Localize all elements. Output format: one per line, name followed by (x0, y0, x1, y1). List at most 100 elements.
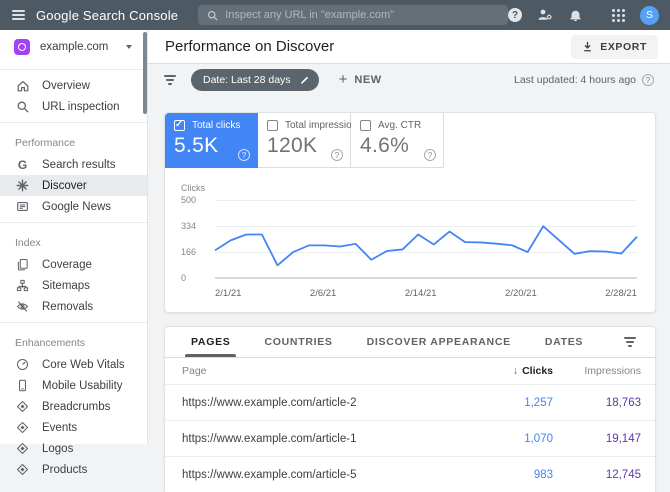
x-tick-label: 2/28/21 (605, 288, 637, 299)
date-filter-chip[interactable]: Date: Last 28 days (191, 69, 319, 91)
checkbox-icon[interactable] (360, 120, 371, 131)
sidebar-item-label: Core Web Vitals (42, 359, 125, 371)
impressions-cell: 18,763 (553, 397, 641, 409)
export-label: EXPORT (600, 41, 647, 53)
metric-card-total-clicks[interactable]: Total clicks 5.5K (165, 113, 258, 168)
tab-discover-appearance[interactable]: DISCOVER APPEARANCE (350, 327, 528, 357)
checkbox-icon[interactable] (174, 120, 185, 131)
sidebar-item-search-results[interactable]: G Search results (0, 154, 147, 175)
date-chip-label: Date: Last 28 days (203, 74, 291, 86)
help-circle-icon[interactable] (238, 149, 250, 161)
avatar[interactable]: S (640, 6, 659, 25)
table-filter-icon[interactable] (624, 337, 636, 347)
x-axis-labels: 2/1/21 2/6/21 2/14/21 2/20/21 2/28/21 (215, 288, 637, 299)
sidebar-item-label: Sitemaps (42, 280, 90, 292)
tab-countries[interactable]: COUNTRIES (247, 327, 349, 357)
y-tick: 0 (181, 273, 186, 283)
search-input[interactable] (225, 9, 499, 21)
clicks-cell: 1,070 (443, 433, 553, 445)
sidebar-item-breadcrumbs[interactable]: Breadcrumbs (0, 396, 147, 417)
clicks-line-chart: Clicks 500 334 166 0 2/1/21 2/6/21 2/14/… (165, 168, 655, 312)
sidebar-item-products[interactable]: Products (0, 459, 147, 480)
checkbox-icon[interactable] (267, 120, 278, 131)
sidebar-item-label: Removals (42, 301, 93, 313)
table-row: https://www.example.com/article-5 983 12… (165, 456, 655, 492)
last-updated: Last updated: 4 hours ago (514, 74, 654, 86)
sidebar-item-coverage[interactable]: Coverage (0, 254, 147, 275)
filter-bar: Date: Last 28 days NEW Last updated: 4 h… (148, 64, 670, 96)
tab-pages[interactable]: PAGES (174, 327, 247, 357)
export-button[interactable]: EXPORT (571, 35, 658, 59)
sidebar-item-google-news[interactable]: Google News (0, 196, 147, 217)
sidebar-item-label: Google News (42, 201, 111, 213)
page-header: Performance on Discover EXPORT (148, 30, 670, 64)
page-title: Performance on Discover (165, 38, 334, 55)
sidebar-item-core-web-vitals[interactable]: Core Web Vitals (0, 354, 147, 375)
dimensions-table-card: PAGES COUNTRIES DISCOVER APPEARANCE DATE… (164, 326, 656, 492)
y-tick: 166 (181, 247, 196, 257)
url-inspect-searchbox[interactable] (198, 5, 508, 25)
sidebar-item-label: Events (42, 422, 77, 434)
enhancement-diamond-icon (15, 463, 30, 476)
page-url-cell[interactable]: https://www.example.com/article-2 (182, 397, 443, 409)
download-icon (582, 41, 593, 52)
sidebar-item-logos[interactable]: Logos (0, 438, 147, 459)
phone-icon (15, 379, 30, 392)
help-circle-icon[interactable] (642, 74, 654, 86)
apps-grid-icon[interactable] (612, 9, 625, 22)
metric-cards: Total clicks 5.5K Total impressions 120K… (165, 113, 655, 168)
user-settings-icon[interactable] (537, 7, 553, 23)
pages-icon (15, 258, 30, 271)
sidebar-item-label: Overview (42, 80, 90, 92)
notifications-bell-icon[interactable] (568, 8, 583, 23)
hamburger-menu-icon[interactable] (0, 0, 36, 30)
sidebar-item-mobile-usability[interactable]: Mobile Usability (0, 375, 147, 396)
sidebar-item-discover[interactable]: Discover (0, 175, 147, 196)
help-circle-icon[interactable] (424, 149, 436, 161)
y-axis-label: Clicks (181, 183, 637, 193)
help-icon[interactable] (508, 8, 522, 22)
search-icon (207, 10, 218, 21)
property-selector[interactable]: example.com (0, 30, 147, 64)
metric-card-avg-ctr[interactable]: Avg. CTR 4.6% (351, 113, 444, 168)
impressions-cell: 19,147 (553, 433, 641, 445)
sidebar-item-overview[interactable]: Overview (0, 75, 147, 96)
enhancement-diamond-icon (15, 421, 30, 434)
sidebar-item-removals[interactable]: Removals (0, 296, 147, 317)
sidebar-section-index: Index (0, 228, 147, 254)
sidebar-item-label: Mobile Usability (42, 380, 123, 392)
sidebar-section-enhancements: Enhancements (0, 328, 147, 354)
main-content: Performance on Discover EXPORT Date: Las… (148, 30, 670, 444)
impressions-cell: 12,745 (553, 469, 641, 481)
tab-dates[interactable]: DATES (528, 327, 600, 357)
new-filter-button[interactable]: NEW (339, 71, 382, 89)
sidebar-item-label: URL inspection (42, 101, 120, 113)
divider (0, 322, 147, 323)
page-url-cell[interactable]: https://www.example.com/article-5 (182, 469, 443, 481)
sidebar-item-url-inspection[interactable]: URL inspection (0, 96, 147, 117)
table-header-row: Page Clicks Impressions (165, 358, 655, 384)
sort-desc-icon (513, 365, 522, 377)
new-filter-label: NEW (354, 74, 381, 86)
column-header-page[interactable]: Page (182, 365, 443, 377)
gauge-icon (15, 358, 30, 371)
google-g-icon: G (15, 159, 30, 171)
sidebar-item-sitemaps[interactable]: Sitemaps (0, 275, 147, 296)
column-header-impressions[interactable]: Impressions (553, 365, 641, 377)
metric-card-total-impressions[interactable]: Total impressions 120K (258, 113, 351, 168)
sidebar-item-events[interactable]: Events (0, 417, 147, 438)
x-tick-label: 2/6/21 (310, 288, 336, 299)
sidebar-item-label: Search results (42, 159, 116, 171)
clicks-cell: 1,257 (443, 397, 553, 409)
filter-icon[interactable] (164, 75, 176, 85)
table-row: https://www.example.com/article-1 1,070 … (165, 420, 655, 456)
metric-label: Total clicks (192, 120, 240, 131)
column-header-clicks[interactable]: Clicks (443, 365, 553, 377)
top-app-bar: Google Search Console S (0, 0, 670, 30)
sidebar-scrollbar[interactable] (143, 32, 147, 114)
help-circle-icon[interactable] (331, 149, 343, 161)
chevron-down-icon (126, 45, 132, 49)
page-url-cell[interactable]: https://www.example.com/article-1 (182, 433, 443, 445)
performance-chart-card: Total clicks 5.5K Total impressions 120K… (164, 112, 656, 313)
enhancement-diamond-icon (15, 400, 30, 413)
